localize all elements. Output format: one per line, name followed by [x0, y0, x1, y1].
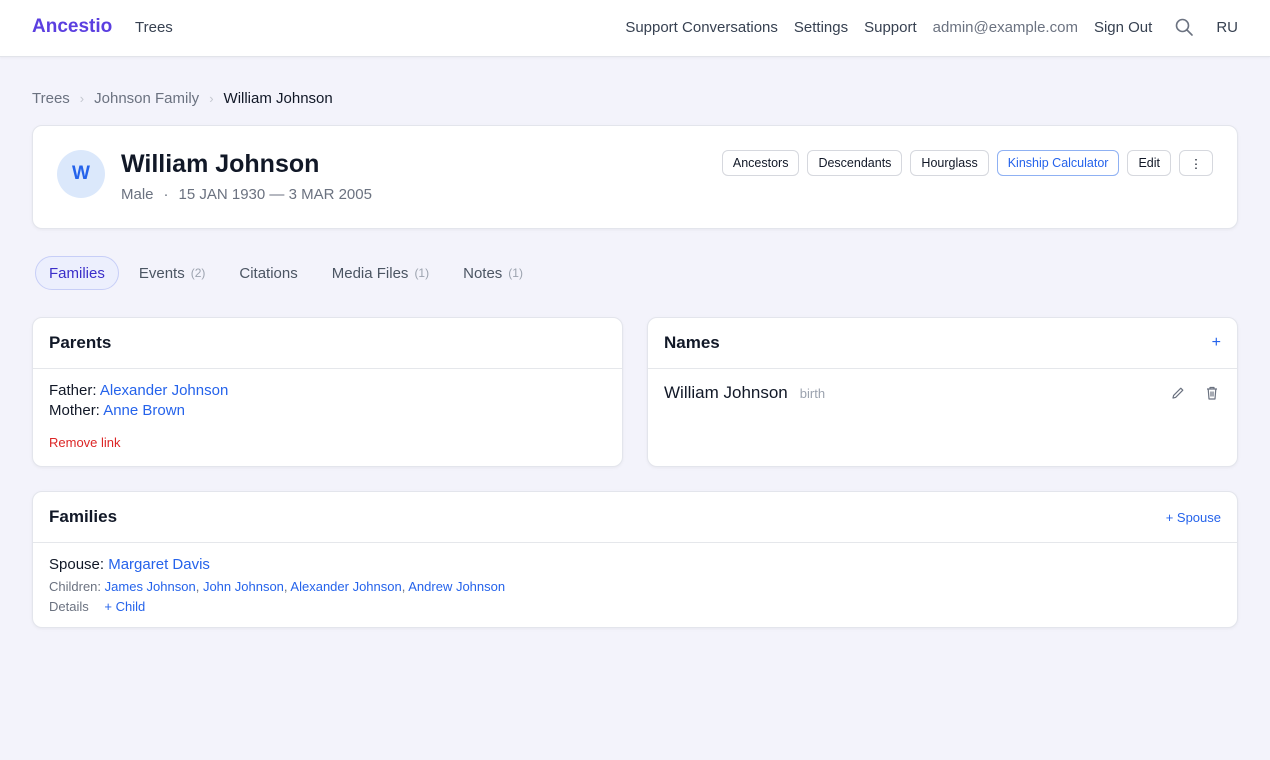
child-link[interactable]: John Johnson — [203, 579, 284, 594]
person-actions: Ancestors Descendants Hourglass Kinship … — [714, 150, 1213, 176]
pencil-icon[interactable] — [1169, 384, 1187, 402]
spouse-label: Spouse: — [49, 556, 105, 573]
father-label: Father: — [49, 382, 97, 399]
brand-logo[interactable]: Ancestio — [32, 16, 112, 38]
breadcrumb-family[interactable]: Johnson Family — [94, 90, 199, 107]
tab-count: (1) — [508, 266, 523, 280]
tab-count: (2) — [190, 266, 206, 280]
details-link[interactable]: Details — [49, 599, 89, 614]
support-link[interactable]: Support — [864, 19, 917, 36]
child-link[interactable]: Alexander Johnson — [290, 579, 401, 594]
spouse-row: Spouse: Margaret Davis — [49, 555, 1221, 575]
person-gender: Male — [121, 186, 154, 203]
names-header: Names + — [648, 318, 1237, 369]
mother-label: Mother: — [49, 402, 100, 419]
children-row: Children: James Johnson, John Johnson, A… — [49, 579, 506, 594]
add-child-button[interactable]: + Child — [104, 599, 145, 614]
tab-label: Media Files — [331, 264, 409, 282]
top-nav: Support Conversations Settings Support a… — [609, 17, 1238, 37]
child-link[interactable]: James Johnson — [105, 579, 196, 594]
breadcrumb: Trees › Johnson Family › William Johnson — [32, 90, 333, 107]
add-spouse-button[interactable]: + Spouse — [1166, 510, 1221, 525]
names-card: Names + William Johnson birth — [647, 317, 1238, 467]
ancestors-button[interactable]: Ancestors — [721, 150, 800, 176]
hourglass-button[interactable]: Hourglass — [910, 150, 989, 176]
father-row: Father: Alexander Johnson — [49, 381, 606, 401]
add-name-button[interactable]: + — [1212, 334, 1221, 352]
spouse-link[interactable]: Margaret Davis — [108, 556, 210, 573]
name-value: William Johnson — [664, 383, 788, 402]
language-switch[interactable]: RU — [1216, 19, 1238, 36]
mother-link[interactable]: Anne Brown — [103, 402, 185, 419]
card-title: Families — [49, 507, 118, 526]
list-item: William Johnson birth — [648, 369, 1237, 417]
tab-label: Families — [49, 264, 105, 282]
tab-count: (1) — [414, 266, 430, 280]
user-email: admin@example.com — [932, 18, 1078, 36]
settings-link[interactable]: Settings — [794, 19, 848, 36]
top-bar: Ancestio Trees Support Conversations Set… — [0, 0, 1270, 57]
parents-title: Parents — [33, 318, 622, 369]
chevron-right-icon: › — [209, 91, 214, 106]
name-type: birth — [799, 385, 826, 401]
tab-families[interactable]: Families — [35, 256, 119, 290]
person-meta: Male · 15 JAN 1930 — 3 MAR 2005 — [121, 186, 372, 203]
families-card: Families + Spouse Spouse: Margaret Davis… — [32, 491, 1238, 628]
breadcrumb-current: William Johnson — [223, 90, 333, 107]
more-options-button[interactable]: ⋮ — [1179, 150, 1213, 176]
chevron-right-icon: › — [79, 91, 85, 106]
tab-media-files[interactable]: Media Files (1) — [318, 256, 443, 290]
families-header: Families + Spouse — [33, 492, 1237, 543]
search-icon[interactable] — [1174, 17, 1194, 37]
tab-label: Events — [138, 264, 185, 282]
person-tabs: Families Events (2) Citations Media File… — [35, 256, 543, 290]
kinship-calculator-button[interactable]: Kinship Calculator — [996, 150, 1120, 176]
nav-trees-link[interactable]: Trees — [135, 19, 173, 36]
support-conversations-link[interactable]: Support Conversations — [625, 19, 778, 36]
tab-notes[interactable]: Notes (1) — [449, 256, 537, 290]
card-title: Names — [664, 333, 720, 352]
children-label: Children: — [49, 579, 102, 594]
remove-link-button[interactable]: Remove link — [49, 435, 121, 450]
mother-row: Mother: Anne Brown — [49, 401, 606, 421]
tab-label: Notes — [463, 264, 503, 282]
descendants-button[interactable]: Descendants — [807, 150, 903, 176]
person-name: William Johnson — [121, 150, 320, 178]
father-link[interactable]: Alexander Johnson — [100, 382, 228, 399]
person-dates: 15 JAN 1930 — 3 MAR 2005 — [178, 186, 372, 203]
sign-out-link[interactable]: Sign Out — [1094, 19, 1152, 36]
tab-citations[interactable]: Citations — [225, 256, 311, 290]
parents-card: Parents Father: Alexander Johnson Mother… — [32, 317, 623, 467]
child-link[interactable]: Andrew Johnson — [408, 579, 505, 594]
family-actions-row: Details + Child — [49, 597, 1221, 617]
breadcrumb-trees[interactable]: Trees — [32, 90, 70, 107]
avatar: W — [57, 150, 105, 198]
card-title: Parents — [49, 333, 112, 352]
tab-events[interactable]: Events (2) — [125, 256, 220, 290]
tab-label: Citations — [239, 264, 298, 282]
person-header-card: W William Johnson Male · 15 JAN 1930 — 3… — [32, 125, 1238, 229]
edit-button[interactable]: Edit — [1127, 150, 1171, 176]
trash-icon[interactable] — [1203, 384, 1221, 402]
separator-dot: · — [163, 186, 169, 203]
